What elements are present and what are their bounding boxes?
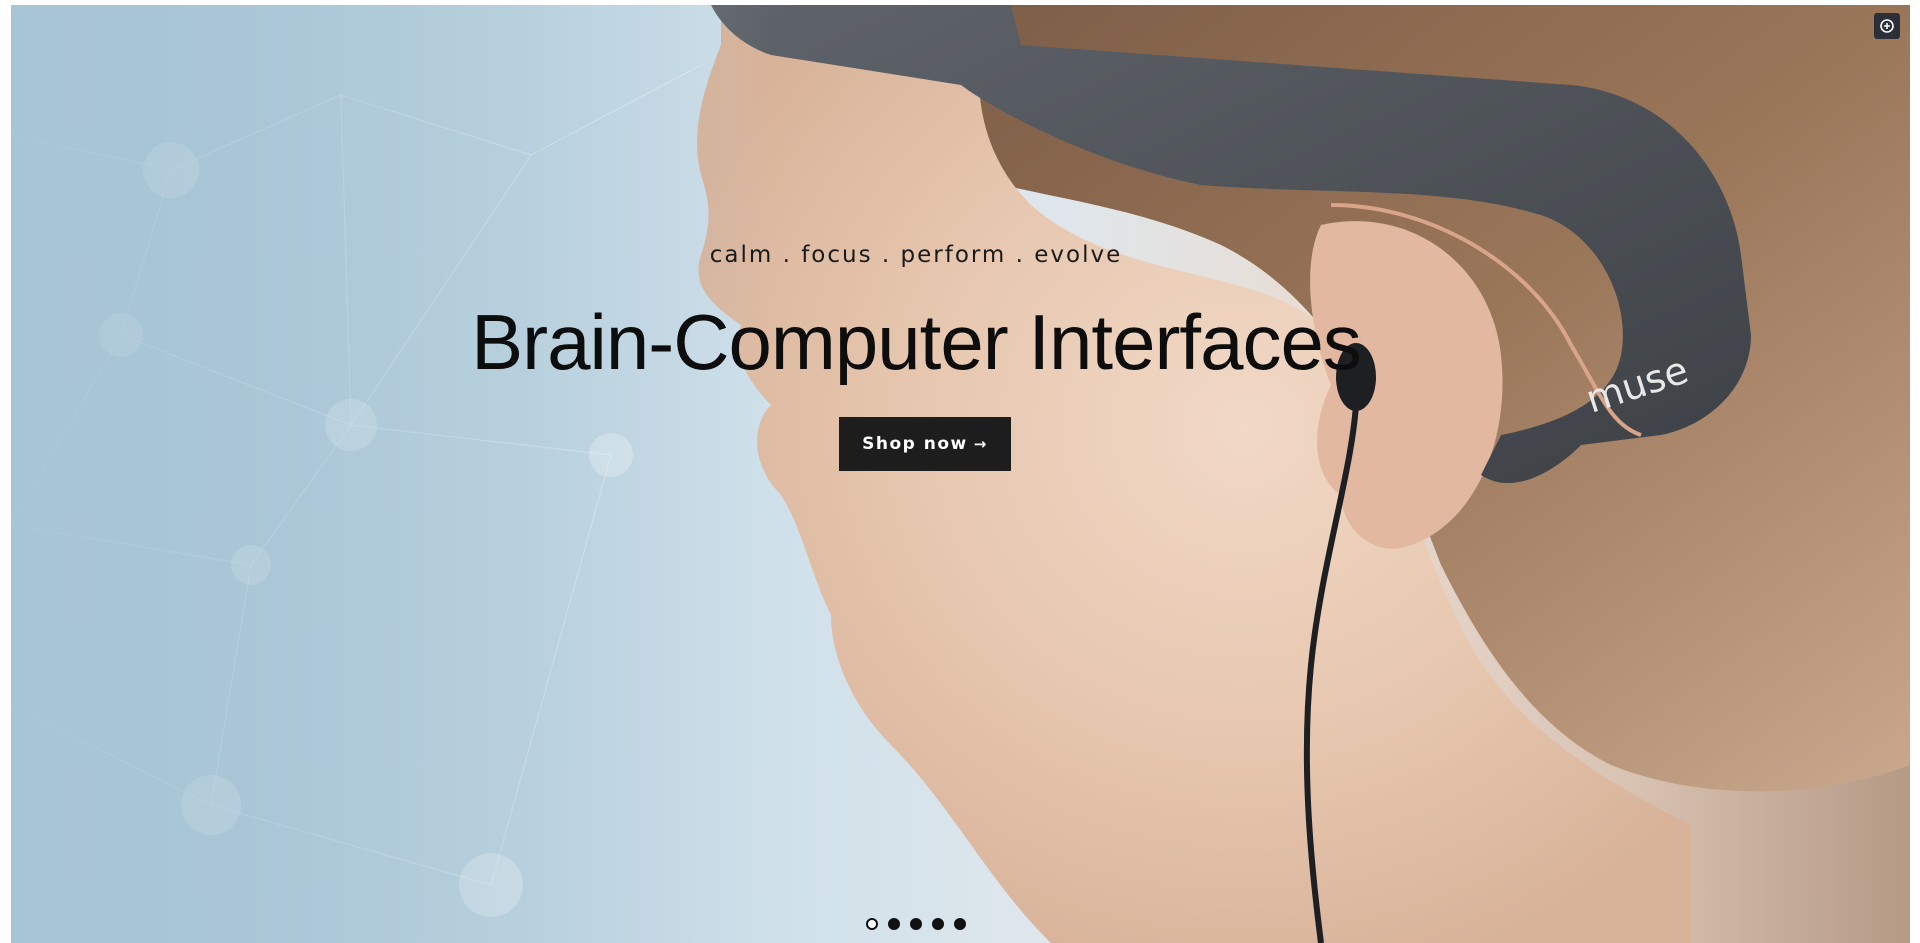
hero-headline: Brain-Computer Interfaces: [471, 298, 1362, 386]
slider-dot-4[interactable]: [932, 918, 944, 930]
slider-dot-2[interactable]: [888, 918, 900, 930]
slider-dot-1[interactable]: [866, 918, 878, 930]
shop-now-button[interactable]: Shop now →: [839, 417, 1011, 471]
hero-tagline: calm . focus . perform . evolve: [709, 242, 1123, 268]
expand-button[interactable]: [1874, 13, 1900, 39]
hero-content: calm . focus . perform . evolve Brain-Co…: [11, 5, 1821, 943]
plus-circle-icon: [1880, 19, 1894, 33]
shop-now-label: Shop now: [862, 434, 968, 454]
hero-banner: muse calm . focus . perform . evolve Bra…: [11, 5, 1910, 943]
slider-pagination: [11, 918, 1821, 930]
arrow-right-icon: →: [973, 435, 988, 453]
slider-dot-3[interactable]: [910, 918, 922, 930]
page: muse calm . focus . perform . evolve Bra…: [0, 0, 1920, 943]
slider-dot-5[interactable]: [954, 918, 966, 930]
